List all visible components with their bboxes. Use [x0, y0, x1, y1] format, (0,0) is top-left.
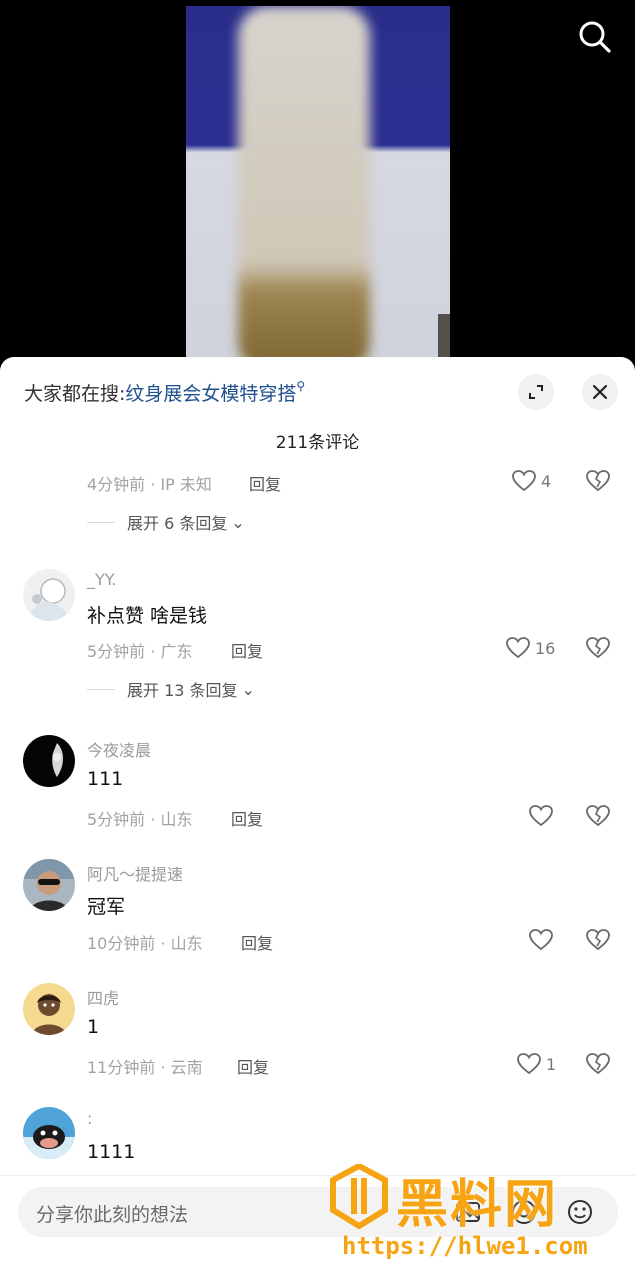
- small-search-icon: ⚲: [296, 379, 306, 393]
- comment-time-location: 5分钟前 · 广东: [87, 642, 193, 661]
- expand-icon: [529, 385, 543, 399]
- video-frame: [186, 6, 450, 372]
- input-divider: [0, 1175, 635, 1176]
- at-mention-icon[interactable]: [510, 1198, 538, 1226]
- comment-text: 补点赞 啥是钱: [87, 605, 208, 627]
- heart-icon: [512, 470, 536, 492]
- comment-time-location: 11分钟前 · 云南: [87, 1058, 203, 1077]
- fullscreen-expand-button[interactable]: [518, 374, 554, 410]
- comment-text: 111: [87, 768, 124, 790]
- like-button[interactable]: 16: [505, 636, 555, 660]
- expand-replies-button[interactable]: 展开 13 条回复 ⌄: [87, 677, 255, 701]
- divider-line: [87, 688, 115, 690]
- reply-button[interactable]: 回复: [231, 638, 263, 662]
- like-count: 4: [541, 471, 552, 491]
- reply-button[interactable]: 回复: [249, 471, 281, 495]
- heart-icon: [506, 637, 530, 659]
- avatar[interactable]: [23, 569, 75, 621]
- heart-icon: [529, 929, 553, 951]
- comment-time-location: 10分钟前 · 山东: [87, 934, 203, 953]
- divider-line: [87, 521, 115, 523]
- avatar[interactable]: [23, 735, 75, 787]
- expand-replies-button[interactable]: 展开 6 条回复 ⌄: [87, 510, 245, 534]
- comment-time-location: 5分钟前 · 山东: [87, 810, 193, 829]
- broken-heart-icon: [586, 929, 610, 951]
- hot-search-keyword[interactable]: 纹身展会女模特穿搭: [125, 383, 296, 405]
- comment-time-location: 4分钟前 · IP 未知: [87, 475, 212, 494]
- reply-button[interactable]: 回复: [237, 1054, 269, 1078]
- close-button[interactable]: [582, 374, 618, 410]
- avatar[interactable]: [23, 1107, 75, 1159]
- hot-search-prefix: 大家都在搜:: [24, 383, 126, 405]
- chevron-down-icon: ⌄: [231, 512, 245, 532]
- comment-text: 1111: [87, 1141, 136, 1163]
- dislike-button[interactable]: [585, 1052, 611, 1080]
- comment-username[interactable]: 阿凡～提提速: [87, 861, 183, 885]
- comment-username[interactable]: 四虎: [87, 985, 119, 1009]
- search-icon[interactable]: [574, 16, 616, 58]
- comment-input-placeholder: 分享你此刻的想法: [36, 1204, 189, 1226]
- hot-search-bar[interactable]: 大家都在搜:纹身展会女模特穿搭⚲: [24, 379, 305, 406]
- comment-text: 1: [87, 1016, 100, 1038]
- like-count: 1: [546, 1054, 557, 1074]
- comment-input[interactable]: 分享你此刻的想法: [18, 1187, 618, 1237]
- comment-username[interactable]: 今夜凌晨: [87, 737, 151, 761]
- like-button[interactable]: 1: [516, 1052, 556, 1076]
- expand-replies-label: 展开 13 条回复: [127, 681, 238, 700]
- comment-sheet: 大家都在搜:纹身展会女模特穿搭⚲ 211条评论 4分钟前 · IP 未知 回复 …: [0, 357, 635, 1280]
- close-icon: [592, 384, 608, 400]
- dislike-button[interactable]: [585, 469, 611, 497]
- broken-heart-icon: [586, 637, 610, 659]
- expand-replies-label: 展开 6 条回复: [127, 514, 228, 533]
- broken-heart-icon: [586, 1053, 610, 1075]
- dislike-button[interactable]: [585, 804, 611, 832]
- video-player[interactable]: [0, 0, 635, 372]
- dislike-button[interactable]: [585, 636, 611, 664]
- heart-icon: [517, 1053, 541, 1075]
- chevron-down-icon: ⌄: [241, 679, 255, 699]
- reply-button[interactable]: 回复: [231, 806, 263, 830]
- dislike-button[interactable]: [585, 928, 611, 956]
- broken-heart-icon: [586, 470, 610, 492]
- avatar[interactable]: [23, 983, 75, 1035]
- blurred-figure: [238, 6, 370, 372]
- heart-icon: [529, 805, 553, 827]
- broken-heart-icon: [586, 805, 610, 827]
- emoji-icon[interactable]: [566, 1198, 594, 1226]
- comment-username[interactable]: _YY.: [87, 570, 116, 589]
- reply-button[interactable]: 回复: [241, 930, 273, 954]
- like-button[interactable]: [528, 928, 554, 952]
- like-count: 16: [535, 638, 556, 658]
- comment-text: 冠军: [87, 896, 126, 918]
- like-button[interactable]: 4: [511, 469, 551, 493]
- like-button[interactable]: [528, 804, 554, 828]
- comment-username[interactable]: :: [87, 1109, 92, 1128]
- comment-count: 211条评论: [275, 433, 360, 453]
- avatar[interactable]: [23, 859, 75, 911]
- image-icon[interactable]: [454, 1198, 482, 1226]
